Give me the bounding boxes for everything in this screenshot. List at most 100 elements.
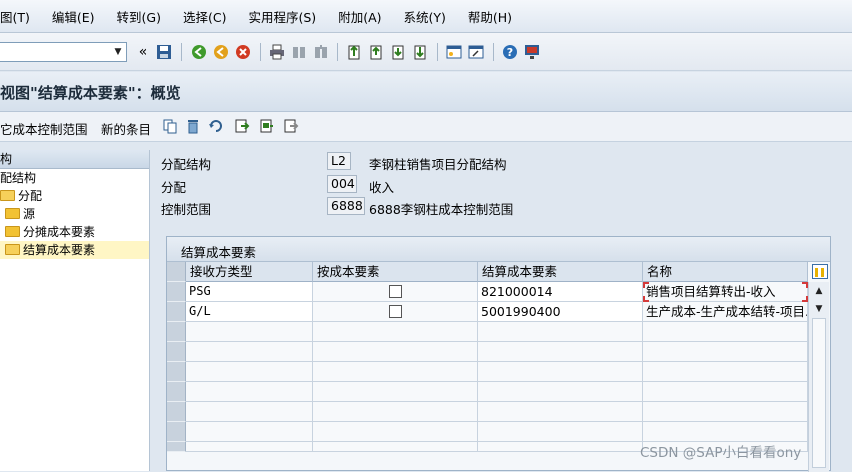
name-cell: 销售项目结算转出-收入	[643, 282, 808, 302]
row-selector[interactable]	[167, 442, 186, 452]
save-icon[interactable]	[156, 44, 172, 60]
receiver-type-cell[interactable]: PSG	[186, 282, 313, 302]
menu-extras[interactable]: 附加(A)	[327, 7, 392, 26]
first-page-icon[interactable]	[346, 44, 362, 60]
assignment-label: 分配	[161, 180, 187, 195]
empty-cell	[478, 362, 643, 382]
tree-node-assessment-cost-element[interactable]: 分摊成本要素	[0, 223, 149, 241]
tree-node-settlement-cost-element[interactable]: 结算成本要素	[0, 241, 149, 259]
row-selector[interactable]	[167, 302, 186, 322]
menu-system[interactable]: 系统(Y)	[393, 7, 457, 26]
by-cost-element-cell	[313, 302, 478, 322]
controlling-area-field: 6888	[327, 197, 365, 215]
svg-text:?: ?	[507, 46, 513, 59]
deselect-all-icon[interactable]	[283, 118, 299, 134]
empty-cell	[478, 342, 643, 362]
previous-page-icon[interactable]	[368, 44, 384, 60]
select-all-rows-button[interactable]	[167, 262, 186, 282]
title-bar: 视图"结算成本要素"：概览	[0, 72, 852, 112]
empty-cell	[186, 382, 313, 402]
menu-bar: 图(T) 编辑(E) 转到(G) 选择(C) 实用程序(S) 附加(A) 系统(…	[0, 0, 852, 33]
back-icon[interactable]	[191, 44, 207, 60]
tree-node-source[interactable]: 源	[0, 205, 149, 223]
tree-node-label: 分摊成本要素	[23, 225, 96, 239]
empty-cell	[313, 402, 478, 422]
find-next-icon[interactable]	[313, 44, 329, 60]
controlling-area-text: 6888李钢柱成本控制范围	[369, 202, 514, 217]
menu-help[interactable]: 帮助(H)	[457, 7, 523, 26]
print-icon[interactable]	[269, 44, 285, 60]
toolbar-separator	[493, 43, 494, 61]
exit-icon[interactable]	[213, 44, 229, 60]
column-header-receiver-type[interactable]: 接收方类型	[186, 262, 313, 282]
menu-utilities[interactable]: 实用程序(S)	[237, 7, 327, 26]
empty-cell	[313, 362, 478, 382]
empty-cell	[313, 322, 478, 342]
empty-cell	[478, 382, 643, 402]
select-block-icon[interactable]	[259, 118, 275, 134]
empty-cell	[478, 422, 643, 442]
tree-node-label: 源	[23, 207, 36, 221]
empty-cell	[186, 362, 313, 382]
assignment-field: 004	[327, 175, 357, 193]
collapse-arrows-icon[interactable]: «	[135, 44, 151, 60]
settlement-cost-element-cell[interactable]: 821000014	[478, 282, 643, 302]
toolbar-separator	[260, 43, 261, 61]
new-entries-button[interactable]: 新的条目	[101, 119, 151, 138]
column-header-by-cost-element[interactable]: 按成本要素	[313, 262, 478, 282]
other-controlling-area-button[interactable]: 它成本控制范围	[0, 119, 88, 138]
empty-cell	[186, 402, 313, 422]
table-settings-icon[interactable]	[812, 264, 828, 279]
by-cost-element-checkbox[interactable]	[389, 305, 402, 318]
settlement-cost-element-table: 结算成本要素 接收方类型 按成本要素 结算成本要素 名称 PSG 8210000…	[166, 236, 831, 472]
empty-cell	[643, 402, 808, 422]
row-selector[interactable]	[167, 422, 186, 442]
scrollbar-thumb[interactable]	[812, 318, 826, 468]
find-icon[interactable]	[291, 44, 307, 60]
last-page-icon[interactable]	[412, 44, 428, 60]
help-icon[interactable]: ?	[502, 44, 518, 60]
receiver-type-cell[interactable]: G/L	[186, 302, 313, 322]
copy-icon[interactable]	[162, 118, 178, 134]
by-cost-element-checkbox[interactable]	[389, 285, 402, 298]
next-page-icon[interactable]	[390, 44, 406, 60]
menu-edit[interactable]: 编辑(E)	[41, 7, 106, 26]
menu-view[interactable]: 图(T)	[0, 7, 41, 26]
command-field[interactable]: ▼	[0, 42, 127, 62]
name-cell: 生产成本-生产成本结转-项目...	[643, 302, 808, 322]
watermark: CSDN @SAP小白看看ony	[640, 445, 802, 461]
cancel-icon[interactable]	[235, 44, 251, 60]
row-selector[interactable]	[167, 362, 186, 382]
undo-icon[interactable]	[208, 118, 224, 134]
row-selector[interactable]	[167, 382, 186, 402]
shortcut-icon[interactable]	[468, 44, 484, 60]
menu-goto[interactable]: 转到(G)	[106, 7, 172, 26]
row-selector[interactable]	[167, 282, 186, 302]
customize-layout-icon[interactable]	[524, 44, 540, 60]
row-selector[interactable]	[167, 402, 186, 422]
empty-cell	[478, 402, 643, 422]
column-header-name[interactable]: 名称	[643, 262, 808, 282]
scroll-down-icon[interactable]: ▼	[809, 300, 829, 318]
delete-icon[interactable]	[185, 118, 201, 134]
dialog-structure-tree: 构 配结构 分配 源 分摊成本要素 结算成本要素	[0, 150, 150, 471]
new-session-icon[interactable]	[446, 44, 462, 60]
folder-open-icon	[5, 244, 20, 255]
tree-node-allocation-structure[interactable]: 配结构	[0, 169, 149, 187]
vertical-scrollbar[interactable]: ▲ ▼	[808, 282, 829, 472]
assignment-text: 收入	[369, 180, 395, 195]
focus-marker	[643, 296, 649, 302]
column-header-settlement-cost-element[interactable]: 结算成本要素	[478, 262, 643, 282]
scroll-up-icon[interactable]: ▲	[809, 282, 829, 300]
empty-cell	[643, 362, 808, 382]
select-all-icon[interactable]	[234, 118, 250, 134]
folder-icon	[5, 226, 20, 237]
menu-select[interactable]: 选择(C)	[172, 7, 237, 26]
row-selector[interactable]	[167, 322, 186, 342]
controlling-area-label: 控制范围	[161, 202, 212, 217]
tree-node-assignment[interactable]: 分配	[0, 187, 149, 205]
row-selector[interactable]	[167, 342, 186, 362]
allocation-structure-text: 李钢柱销售项目分配结构	[369, 157, 507, 172]
chevron-down-icon[interactable]: ▼	[110, 43, 126, 61]
settlement-cost-element-cell[interactable]: 5001990400	[478, 302, 643, 322]
